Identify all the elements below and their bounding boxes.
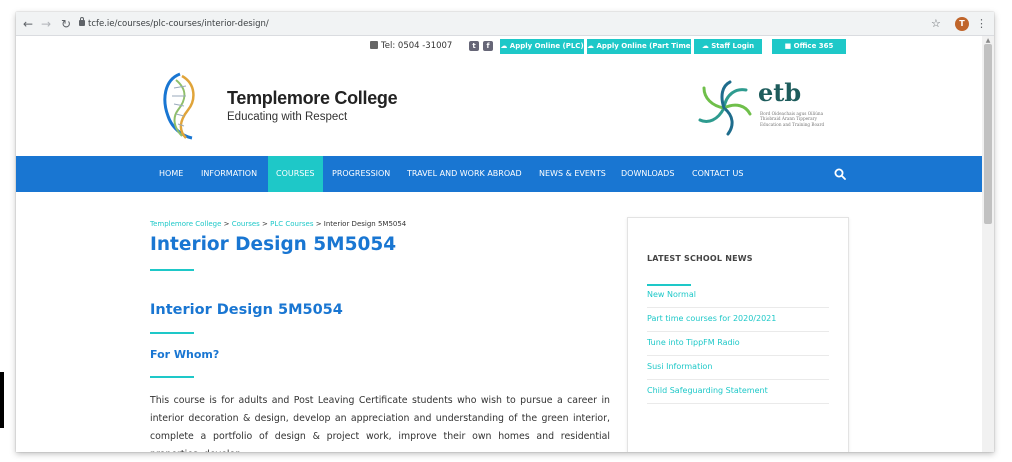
- breadcrumb-courses-link[interactable]: Courses: [232, 220, 260, 228]
- subsection-title: For Whom?: [150, 348, 220, 361]
- search-icon[interactable]: [834, 168, 846, 180]
- latest-news-underline: [647, 284, 691, 286]
- subsection-underline: [150, 376, 194, 378]
- course-description: This course is for adults and Post Leavi…: [150, 395, 610, 452]
- news-item-susi-information[interactable]: Susi Information: [647, 360, 829, 380]
- news-item-new-normal[interactable]: New Normal: [647, 288, 829, 308]
- latest-news-title: LATEST SCHOOL NEWS: [647, 254, 753, 263]
- main-navigation: HOME INFORMATION COURSES PROGRESSION TRA…: [16, 156, 982, 192]
- nav-courses[interactable]: COURSES: [268, 156, 323, 192]
- back-arrow-icon[interactable]: ←: [20, 16, 36, 32]
- etb-swirl-logo: [698, 80, 752, 136]
- apply-online-part-time-button[interactable]: ☁ Apply Online (Part Time): [587, 39, 694, 54]
- breadcrumb-separator: >: [221, 220, 232, 228]
- breadcrumb-separator: >: [259, 220, 271, 228]
- nav-downloads[interactable]: DOWNLOADS: [613, 156, 682, 192]
- apply-online-plc-button[interactable]: ☁ Apply Online (PLC): [500, 39, 584, 54]
- etb-wordmark: etb: [758, 78, 802, 107]
- nav-home[interactable]: HOME: [151, 156, 191, 192]
- title-underline: [150, 269, 194, 271]
- apply-online-part-time-label: Apply Online (Part Time): [596, 42, 694, 50]
- lock-icon: [79, 17, 85, 26]
- news-item-child-safeguarding[interactable]: Child Safeguarding Statement: [647, 384, 829, 404]
- helix-logo-icon[interactable]: [156, 70, 202, 142]
- nav-contact-us[interactable]: CONTACT US: [684, 156, 751, 192]
- office-icon: ■: [784, 42, 792, 50]
- office-365-label: Office 365: [793, 42, 834, 50]
- news-item-part-time-courses[interactable]: Part time courses for 2020/2021: [647, 312, 829, 332]
- college-tagline: Educating with Respect: [227, 111, 348, 123]
- breadcrumb-home-link[interactable]: Templemore College: [150, 220, 221, 228]
- address-bar[interactable]: tcfe.ie/courses/plc-courses/interior-des…: [88, 16, 269, 32]
- facebook-icon[interactable]: f: [483, 41, 493, 51]
- college-name[interactable]: Templemore College: [227, 88, 398, 109]
- breadcrumb-separator: >: [313, 220, 324, 228]
- section-underline: [150, 332, 194, 334]
- utility-bar: Tel: 0504 -31007 t f ☁ Apply Online (PLC…: [16, 36, 982, 56]
- breadcrumb-plc-link[interactable]: PLC Courses: [270, 220, 313, 228]
- left-edge-artifact: [0, 372, 4, 428]
- nav-travel-and-work-abroad[interactable]: TRAVEL AND WORK ABROAD: [399, 156, 530, 192]
- scroll-thumb[interactable]: [984, 44, 992, 224]
- breadcrumb: Templemore College > Courses > PLC Cours…: [150, 220, 406, 228]
- forward-arrow-icon[interactable]: →: [38, 16, 54, 32]
- nav-news-events[interactable]: NEWS & EVENTS: [531, 156, 614, 192]
- news-item-tippfm-radio[interactable]: Tune into TippFM Radio: [647, 336, 829, 356]
- phone-icon: [370, 41, 378, 49]
- telephone-text: Tel: 0504 -31007: [381, 41, 453, 51]
- page-scrollbar[interactable]: ▲: [982, 36, 994, 452]
- browser-window: ← → ↻ tcfe.ie/courses/plc-courses/interi…: [16, 12, 994, 452]
- breadcrumb-current: Interior Design 5M5054: [323, 220, 407, 228]
- twitter-icon[interactable]: t: [469, 41, 479, 51]
- office-365-button[interactable]: ■ Office 365: [772, 39, 846, 54]
- reload-icon[interactable]: ↻: [58, 16, 74, 32]
- latest-news-widget: LATEST SCHOOL NEWS New Normal Part time …: [627, 217, 849, 452]
- staff-login-button[interactable]: ☁ Staff Login: [694, 39, 762, 54]
- etb-subtitle: Bord Oideachais agus Oiliúna Thiobraid Á…: [760, 111, 825, 127]
- nav-information[interactable]: INFORMATION: [193, 156, 265, 192]
- apply-online-plc-label: Apply Online (PLC): [509, 42, 584, 50]
- nav-progression[interactable]: PROGRESSION: [324, 156, 398, 192]
- telephone-info: Tel: 0504 -31007: [370, 40, 452, 52]
- star-icon[interactable]: ☆: [931, 16, 941, 32]
- more-menu-icon[interactable]: ⋮: [976, 16, 987, 32]
- browser-toolbar: ← → ↻ tcfe.ie/courses/plc-courses/interi…: [16, 12, 994, 36]
- section-title: Interior Design 5M5054: [150, 302, 343, 318]
- staff-login-label: Staff Login: [711, 42, 755, 50]
- page-title: Interior Design 5M5054: [150, 234, 397, 255]
- profile-avatar[interactable]: T: [955, 17, 969, 31]
